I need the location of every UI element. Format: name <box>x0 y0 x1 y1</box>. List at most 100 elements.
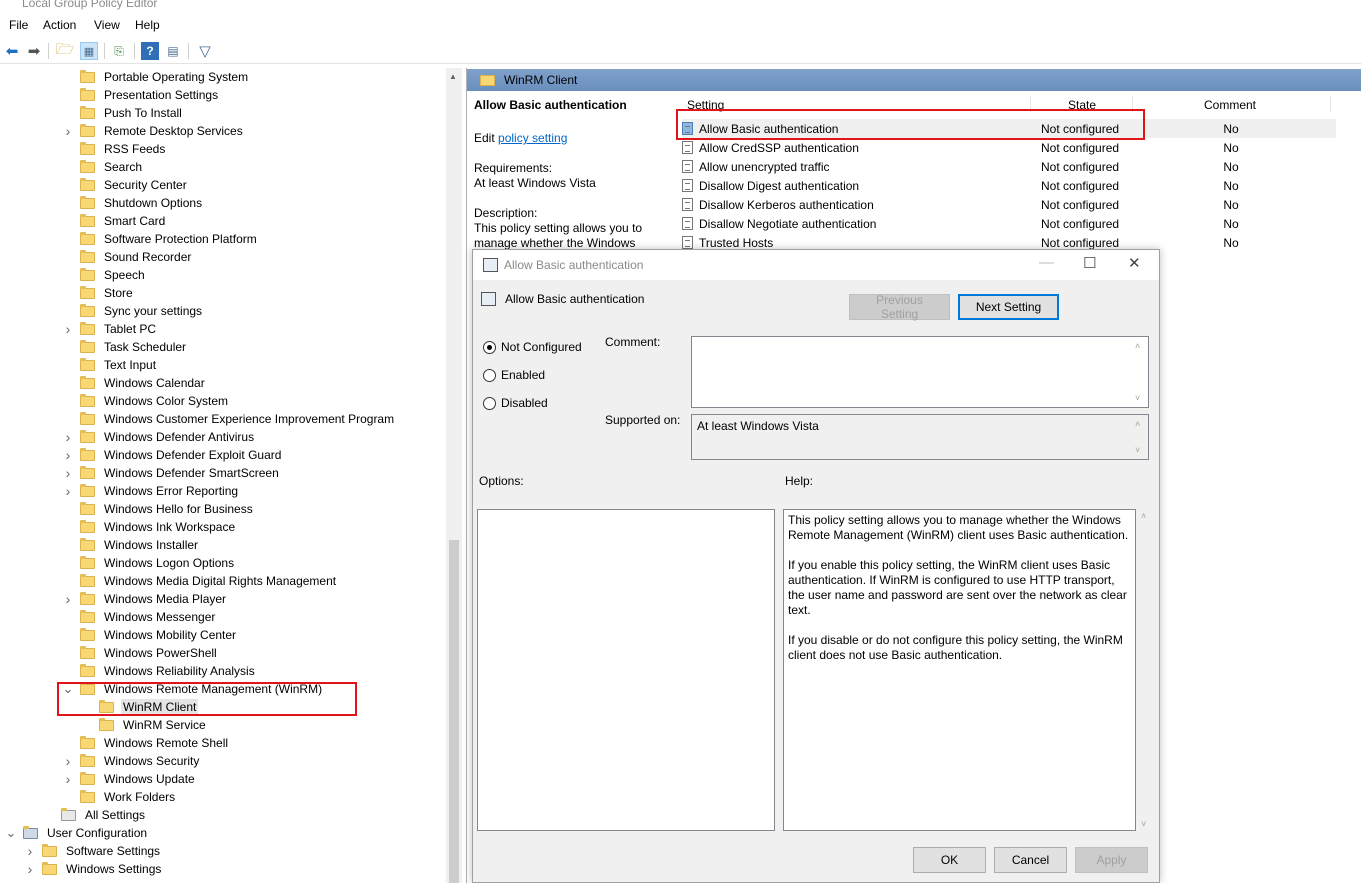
tree-item[interactable]: Shutdown Options <box>62 194 204 212</box>
scroll-down-icon[interactable]: ˅ <box>1135 393 1140 403</box>
tree-item[interactable]: Windows Color System <box>62 392 230 410</box>
radio-enabled[interactable]: Enabled <box>483 368 545 382</box>
tree-item[interactable]: › Remote Desktop Services <box>62 122 245 140</box>
chevron-right-icon[interactable]: › <box>24 861 36 877</box>
tree-item[interactable]: Windows Calendar <box>62 374 207 392</box>
tree-item[interactable]: Security Center <box>62 176 189 194</box>
radio-circle[interactable] <box>483 368 496 382</box>
apply-button[interactable]: Apply <box>1075 847 1148 873</box>
tree-item[interactable]: › Windows Defender Exploit Guard <box>62 446 283 464</box>
export-list-icon[interactable]: ⎘ <box>110 42 128 60</box>
radio-circle[interactable] <box>483 340 496 354</box>
chevron-right-icon[interactable]: › <box>62 753 74 769</box>
scroll-up-icon[interactable]: ˄ <box>1141 511 1146 521</box>
chevron-right-icon[interactable]: › <box>62 447 74 463</box>
tree-item[interactable]: Sync your settings <box>62 302 204 320</box>
scroll-down-icon[interactable]: ˅ <box>1141 819 1146 829</box>
up-folder-icon[interactable]: 🗁 <box>56 41 75 60</box>
show-hide-tree-icon[interactable]: ▦ <box>80 42 98 60</box>
help-scrollbar[interactable]: ˄ ˅ <box>1137 509 1154 831</box>
filter-icon[interactable]: ▽ <box>196 42 214 60</box>
tree-item[interactable]: Windows Logon Options <box>62 554 236 572</box>
tree-item[interactable]: › Windows Error Reporting <box>62 482 240 500</box>
tree-item[interactable]: Portable Operating System <box>62 68 250 86</box>
tree-item[interactable]: Windows Installer <box>62 536 200 554</box>
tree-item[interactable]: › Windows Security <box>62 752 201 770</box>
help-icon[interactable]: ? <box>141 42 159 60</box>
tree-item[interactable]: › Windows Defender Antivirus <box>62 428 256 446</box>
tree-item[interactable]: Windows Remote Shell <box>62 734 230 752</box>
tree-item[interactable]: Store <box>62 284 135 302</box>
scrollbar-thumb[interactable] <box>449 540 459 883</box>
chevron-right-icon[interactable]: › <box>62 465 74 481</box>
setting-row[interactable]: Allow unencrypted traffic Not configured N… <box>682 157 1336 176</box>
tree-item[interactable]: Speech <box>62 266 147 284</box>
close-icon[interactable]: ✕ <box>1128 254 1141 272</box>
supported-scrollbar[interactable]: ˄ ˅ <box>1131 415 1148 459</box>
policy-setting-link[interactable]: policy setting <box>498 131 567 145</box>
tree-item[interactable]: Windows Messenger <box>62 608 217 626</box>
tree-item[interactable]: Windows Ink Workspace <box>62 518 237 536</box>
comment-textarea[interactable]: ˄ ˅ <box>691 336 1149 408</box>
tree-item[interactable]: All Settings <box>43 806 147 824</box>
properties-icon[interactable]: ▤ <box>164 42 182 60</box>
radio-not-configured[interactable]: Not Configured <box>483 340 582 354</box>
tree-item[interactable]: ⌄ User Configuration <box>5 824 149 842</box>
tree-item[interactable]: Search <box>62 158 144 176</box>
tree-item[interactable]: Push To Install <box>62 104 184 122</box>
tree-item[interactable]: WinRM Service <box>81 716 208 734</box>
tree-item[interactable]: Windows Mobility Center <box>62 626 238 644</box>
back-icon[interactable]: ⬅ <box>3 42 21 60</box>
setting-row[interactable]: Allow CredSSP authentication Not configur… <box>682 138 1336 157</box>
tree-item[interactable]: › Software Settings <box>24 842 162 860</box>
scroll-up-icon[interactable]: ˄ <box>1135 341 1140 351</box>
setting-row[interactable]: Disallow Negotiate authentication Not con… <box>682 214 1336 233</box>
tree-item[interactable]: Work Folders <box>62 788 177 806</box>
tree-item[interactable]: › Windows Update <box>62 770 197 788</box>
tree-item[interactable]: Task Scheduler <box>62 338 188 356</box>
tree-item[interactable]: › Windows Media Player <box>62 590 228 608</box>
tree-item[interactable]: Software Protection Platform <box>62 230 259 248</box>
radio-circle[interactable] <box>483 396 496 410</box>
setting-row[interactable]: Disallow Digest authentication Not config… <box>682 176 1336 195</box>
chevron-right-icon[interactable]: › <box>62 123 74 139</box>
chevron-down-icon[interactable]: ⌄ <box>5 826 17 839</box>
chevron-right-icon[interactable]: › <box>62 591 74 607</box>
tree-scrollbar[interactable]: ▲ <box>446 68 462 883</box>
tree-item[interactable]: › Windows Settings <box>24 860 163 878</box>
tree-item[interactable]: RSS Feeds <box>62 140 167 158</box>
maximize-icon[interactable]: ☐ <box>1083 254 1096 272</box>
forward-icon[interactable]: ➡ <box>25 42 43 60</box>
tree-item[interactable]: › Windows Defender SmartScreen <box>62 464 281 482</box>
tree-item[interactable]: Text Input <box>62 356 158 374</box>
menu-file[interactable]: File <box>9 18 28 32</box>
chevron-right-icon[interactable]: › <box>62 483 74 499</box>
cancel-button[interactable]: Cancel <box>994 847 1067 873</box>
setting-row[interactable]: Disallow Kerberos authentication Not conf… <box>682 195 1336 214</box>
radio-disabled[interactable]: Disabled <box>483 396 548 410</box>
tree-item[interactable]: Windows Reliability Analysis <box>62 662 257 680</box>
chevron-right-icon[interactable]: › <box>62 429 74 445</box>
chevron-right-icon[interactable]: › <box>62 321 74 337</box>
scroll-up-icon[interactable]: ▲ <box>449 72 457 81</box>
tree-item[interactable]: › Tablet PC <box>62 320 158 338</box>
tree-item[interactable]: Windows PowerShell <box>62 644 219 662</box>
ok-button[interactable]: OK <box>913 847 986 873</box>
menu-view[interactable]: View <box>94 18 120 32</box>
column-comment[interactable]: Comment <box>1204 98 1256 112</box>
tree-item[interactable]: Windows Hello for Business <box>62 500 255 518</box>
next-setting-button[interactable]: Next Setting <box>958 294 1059 320</box>
tree-item[interactable]: Windows Customer Experience Improvement … <box>62 410 396 428</box>
tree-item[interactable]: Sound Recorder <box>62 248 193 266</box>
scroll-up-icon[interactable]: ˄ <box>1135 419 1140 429</box>
comment-scrollbar[interactable]: ˄ ˅ <box>1131 337 1148 407</box>
chevron-right-icon[interactable]: › <box>24 843 36 859</box>
menu-action[interactable]: Action <box>43 18 76 32</box>
minimize-icon[interactable]: ― <box>1039 254 1054 271</box>
menu-help[interactable]: Help <box>135 18 160 32</box>
tree-item[interactable]: Presentation Settings <box>62 86 220 104</box>
tree-item[interactable]: Windows Media Digital Rights Management <box>62 572 338 590</box>
previous-setting-button[interactable]: Previous Setting <box>849 293 950 321</box>
tree-item[interactable]: Smart Card <box>62 212 167 230</box>
chevron-right-icon[interactable]: › <box>62 771 74 787</box>
